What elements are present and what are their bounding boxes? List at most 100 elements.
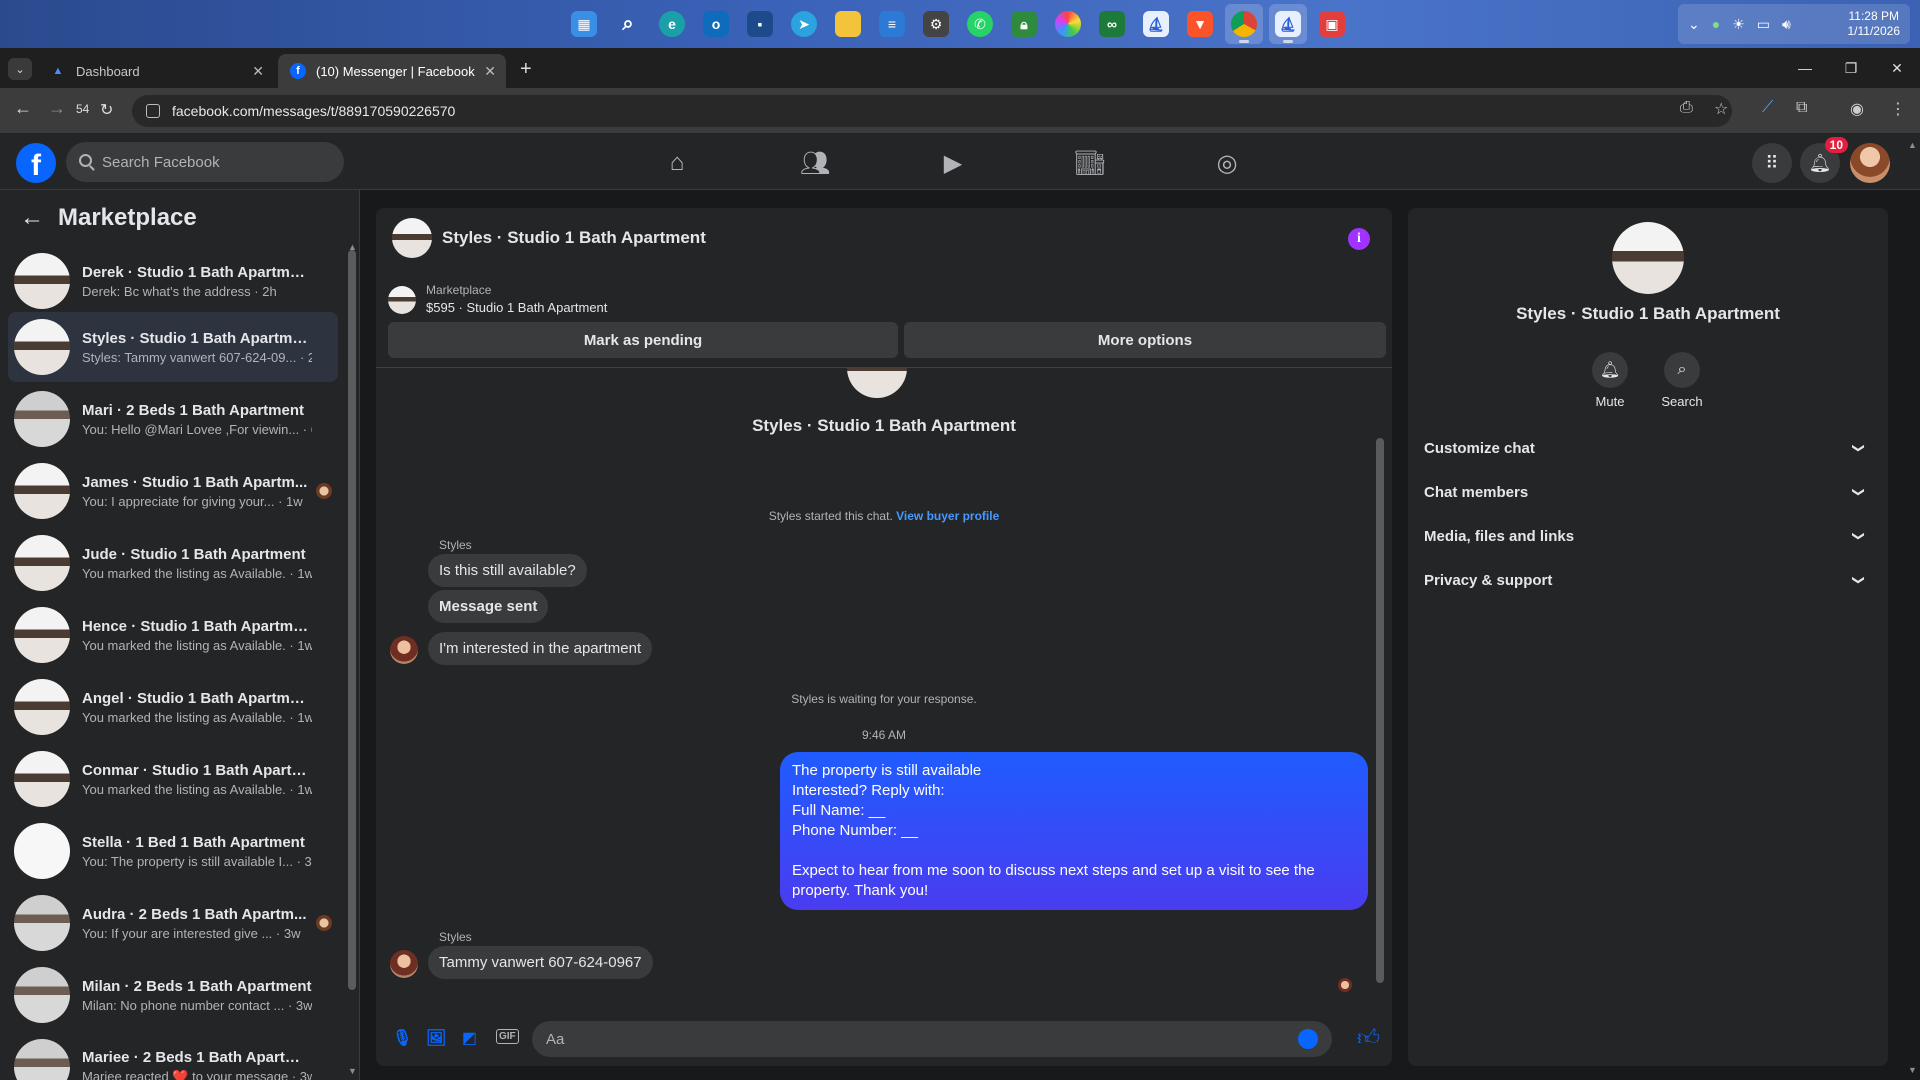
chat-scrollbar[interactable]	[1376, 438, 1384, 983]
sender-avatar[interactable]	[390, 950, 418, 978]
nav-friends[interactable]: 👥︎	[760, 141, 870, 185]
emoji-icon[interactable]	[1298, 1029, 1318, 1049]
incoming-message[interactable]: I'm interested in the apartment	[428, 632, 653, 665]
facebook-logo-icon[interactable]: f	[16, 143, 56, 183]
site-info-icon[interactable]	[146, 104, 160, 118]
info-thumbnail[interactable]	[1612, 222, 1684, 294]
taskbar-search[interactable]: ⌕	[609, 4, 647, 44]
sidebar-scrollbar[interactable]	[348, 250, 356, 990]
incoming-message[interactable]: Is this still available?	[428, 554, 587, 587]
clock[interactable]: 11:28 PM 1/11/2026	[1848, 9, 1901, 39]
bookmark-star-icon[interactable]: ☆	[1714, 99, 1728, 119]
close-window-icon[interactable]: ✕	[1874, 48, 1920, 88]
sticker-icon[interactable]: ◩	[462, 1028, 477, 1048]
extension-active-icon[interactable]: ⟋	[1762, 99, 1773, 117]
brightness-icon[interactable]: ☀	[1732, 16, 1745, 33]
customize-chat-section[interactable]: Customize chat ❯	[1424, 430, 1874, 466]
page-scrollbar[interactable]: ▲ ▼	[1908, 140, 1918, 1080]
taskbar-red-app[interactable]: ▣	[1313, 4, 1351, 44]
listing-summary[interactable]: Marketplace $595 · Studio 1 Bath Apartme…	[388, 282, 607, 317]
nav-video[interactable]: ▶	[898, 141, 1008, 185]
extensions-icon[interactable]: ⧉	[1796, 99, 1807, 117]
nav-marketplace[interactable]: 🏬︎	[1035, 141, 1145, 185]
photo-icon[interactable]: 🖼︎	[426, 1028, 446, 1048]
conversation-item[interactable]: Derek · Studio 1 Bath Apartment Derek: Bc…	[8, 246, 338, 316]
message-input[interactable]: Aa	[532, 1021, 1332, 1057]
volume-icon[interactable]: 🔊︎	[1782, 16, 1791, 33]
nav-home[interactable]: ⌂	[622, 141, 732, 185]
install-app-icon[interactable]: ⎙	[1680, 99, 1693, 117]
scroll-down-icon[interactable]: ▼	[348, 1066, 357, 1076]
microphone-icon[interactable]: 🎙︎	[392, 1028, 412, 1048]
forward-icon[interactable]: →	[48, 98, 66, 119]
outgoing-message[interactable]: The property is still available Interest…	[780, 752, 1368, 910]
start-button[interactable]: ▦	[565, 4, 603, 44]
privacy-support-section[interactable]: Privacy & support ❯	[1424, 562, 1874, 598]
account-avatar[interactable]	[1850, 143, 1890, 183]
incoming-message[interactable]: Message sent	[428, 590, 549, 623]
taskbar-brave[interactable]: ▼	[1181, 4, 1219, 44]
chat-title[interactable]: Styles · Studio 1 Bath Apartment	[442, 228, 706, 248]
restore-icon[interactable]: ❐	[1828, 48, 1874, 88]
taskbar-notepad[interactable]: ≡	[873, 4, 911, 44]
taskbar-store[interactable]: ▪	[741, 4, 779, 44]
facebook-search-input[interactable]: Search Facebook	[66, 142, 344, 182]
mute-button[interactable]: 🔔︎ Mute	[1580, 352, 1640, 409]
taskbar-infinity-app[interactable]: ∞	[1093, 4, 1131, 44]
taskbar-whatsapp[interactable]: ✆	[961, 4, 999, 44]
close-tab-icon[interactable]: ✕	[252, 63, 264, 80]
taskbar-outlook[interactable]: o	[697, 4, 735, 44]
nav-groups[interactable]: ◎	[1172, 141, 1282, 185]
address-bar[interactable]: facebook.com/messages/t/889170590226570	[132, 95, 1732, 127]
taskbar-lock-app[interactable]: 🔒︎	[1005, 4, 1043, 44]
menu-kebab-icon[interactable]: ⋮	[1890, 99, 1906, 119]
minimize-icon[interactable]: —	[1782, 48, 1828, 88]
conversation-item[interactable]: Mariee · 2 Beds 1 Bath Apartment Mariee r…	[8, 1032, 338, 1080]
notifications-button[interactable]: 🔔︎ 10	[1800, 137, 1848, 183]
tab-dashboard[interactable]: ▲ Dashboard ✕	[38, 54, 274, 88]
taskbar-file-explorer[interactable]	[829, 4, 867, 44]
profile-icon[interactable]: ◉	[1850, 99, 1864, 119]
conversation-item[interactable]: Jude · Studio 1 Bath Apartment You marked…	[8, 528, 338, 598]
conversation-item[interactable]: Stella · 1 Bed 1 Bath Apartment You: The …	[8, 816, 338, 886]
conversation-item[interactable]: Mari · 2 Beds 1 Bath Apartment You: Hello…	[8, 384, 338, 454]
conversation-item[interactable]: Angel · Studio 1 Bath Apartment You marke…	[8, 672, 338, 742]
conversation-item-selected[interactable]: Styles · Studio 1 Bath Apartment Styles: …	[8, 312, 338, 382]
chevron-up-icon[interactable]: ⌄	[1688, 16, 1700, 33]
conversation-item[interactable]: Hence · Studio 1 Bath Apartment You marke…	[8, 600, 338, 670]
scroll-up-icon[interactable]: ▲	[1908, 140, 1917, 150]
incoming-message[interactable]: Tammy vanwert 607-624-0967	[428, 946, 653, 979]
scroll-down-icon[interactable]: ▼	[1908, 1065, 1917, 1075]
search-button[interactable]: ⌕ Search	[1652, 352, 1712, 409]
taskbar-edge[interactable]: e	[653, 4, 691, 44]
more-options-button[interactable]: More options	[904, 322, 1386, 358]
view-buyer-profile-link[interactable]: View buyer profile	[896, 509, 999, 523]
taskbar-boat-app-2[interactable]: ⛵︎	[1269, 4, 1307, 44]
status-dot-icon[interactable]: ●	[1712, 16, 1720, 32]
close-tab-icon[interactable]: ✕	[484, 63, 496, 80]
taskbar-color-app[interactable]	[1049, 4, 1087, 44]
taskbar-app-gear[interactable]: ⚙	[917, 4, 955, 44]
thumbs-up-icon[interactable]: 👍︎	[1357, 1024, 1380, 1051]
taskbar-chrome[interactable]	[1225, 4, 1263, 44]
tab-search-button[interactable]: ⌄	[8, 58, 32, 80]
media-files-links-section[interactable]: Media, files and links ❯	[1424, 518, 1874, 554]
back-icon[interactable]: ←	[14, 98, 32, 119]
network-icon[interactable]: ▭	[1757, 16, 1770, 33]
conversation-item[interactable]: Milan · 2 Beds 1 Bath Apartment Milan: No…	[8, 960, 338, 1030]
conversation-item[interactable]: Conmar · Studio 1 Bath Apartment You mark…	[8, 744, 338, 814]
new-tab-button[interactable]: +	[520, 58, 532, 81]
taskbar-boat-app[interactable]: ⛵︎	[1137, 4, 1175, 44]
back-arrow-icon[interactable]: ←	[20, 204, 44, 232]
gif-button[interactable]: GIF	[496, 1029, 519, 1044]
menu-grid-button[interactable]: ⠿	[1752, 143, 1792, 183]
sender-avatar[interactable]	[390, 636, 418, 664]
reload-icon[interactable]: ↻	[100, 100, 113, 120]
taskbar-telegram[interactable]: ➤	[785, 4, 823, 44]
conversation-item[interactable]: James · Studio 1 Bath Apartm... You: I ap…	[8, 456, 338, 526]
conversation-item[interactable]: Audra · 2 Beds 1 Bath Apartm... You: If y…	[8, 888, 338, 958]
tab-messenger[interactable]: f (10) Messenger | Facebook ✕	[278, 54, 506, 88]
chat-thumbnail[interactable]	[392, 218, 432, 258]
mark-as-pending-button[interactable]: Mark as pending	[388, 322, 898, 358]
info-icon[interactable]: i	[1348, 228, 1370, 250]
